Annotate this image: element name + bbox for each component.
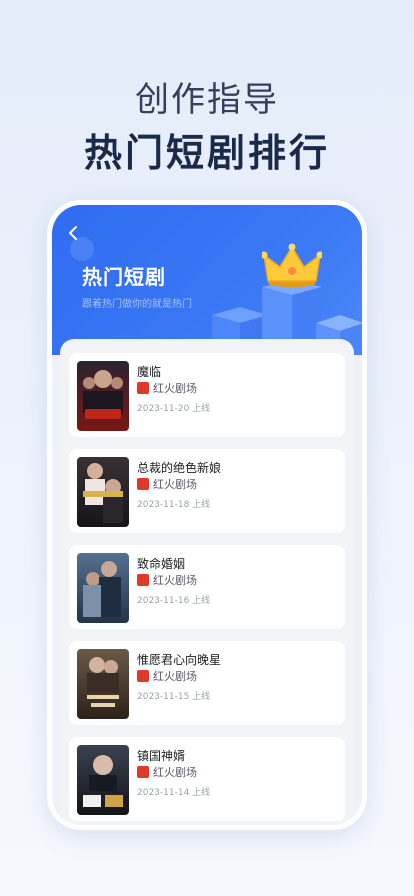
launch-date: 2023-11-15 上线 (137, 692, 211, 702)
launch-date: 2023-11-20 上线 (137, 404, 211, 414)
launch-date: 2023-11-16 上线 (137, 596, 211, 606)
back-button[interactable] (64, 223, 84, 243)
launch-date: 2023-11-14 上线 (137, 788, 211, 798)
platform-tag: 红火剧场 (137, 573, 197, 587)
drama-poster (77, 361, 129, 431)
screen-subtitle: 跟着热门做你的就是热门 (82, 299, 192, 310)
platform-name: 红火剧场 (153, 478, 197, 491)
promo-subtitle: 创作指导 (135, 80, 279, 120)
list-item[interactable]: 致命婚姻 红火剧场 2023-11-16 上线 (69, 545, 345, 629)
platform-name: 红火剧场 (153, 382, 197, 395)
platform-tag: 红火剧场 (137, 477, 197, 491)
screen-title: 热门短剧 (82, 265, 166, 289)
promo-title: 热门短剧排行 (83, 131, 330, 175)
drama-title: 惟愿君心向晚星 (137, 653, 222, 667)
drama-poster (77, 457, 129, 527)
drama-poster (77, 553, 129, 623)
platform-name: 红火剧场 (153, 574, 197, 587)
list-item[interactable]: 总裁的绝色新娘 红火剧场 2023-11-18 上线 (69, 449, 345, 533)
platform-logo-icon (137, 574, 149, 586)
drama-ranking-list: 魔临 红火剧场 2023-11-20 上线 总裁的绝色新娘 红火剧场 2023-… (60, 339, 354, 825)
platform-logo-icon (137, 478, 149, 490)
platform-logo-icon (137, 766, 149, 778)
screen-header: 热门短剧 跟着热门做你的就是热门 (52, 205, 362, 355)
drama-poster (77, 649, 129, 719)
list-item[interactable]: 镇国神婿 红火剧场 2023-11-14 上线 (69, 737, 345, 821)
drama-title: 总裁的绝色新娘 (137, 461, 222, 475)
launch-date: 2023-11-18 上线 (137, 500, 211, 510)
platform-logo-icon (137, 382, 149, 394)
platform-name: 红火剧场 (153, 670, 197, 683)
platform-name: 红火剧场 (153, 766, 197, 779)
platform-tag: 红火剧场 (137, 765, 197, 779)
phone-frame: 热门短剧 跟着热门做你的就是热门 魔临 红火剧场 2023-11-20 上线 总… (47, 200, 367, 830)
list-item[interactable]: 惟愿君心向晚星 红火剧场 2023-11-15 上线 (69, 641, 345, 725)
drama-title: 镇国神婿 (137, 749, 186, 763)
platform-logo-icon (137, 670, 149, 682)
drama-poster (77, 745, 129, 815)
crown-icon (262, 243, 322, 287)
drama-title: 致命婚姻 (137, 557, 186, 571)
chevron-left-icon (69, 226, 77, 240)
platform-tag: 红火剧场 (137, 381, 197, 395)
platform-tag: 红火剧场 (137, 669, 197, 683)
list-item[interactable]: 魔临 红火剧场 2023-11-20 上线 (69, 353, 345, 437)
drama-title: 魔临 (137, 365, 162, 379)
